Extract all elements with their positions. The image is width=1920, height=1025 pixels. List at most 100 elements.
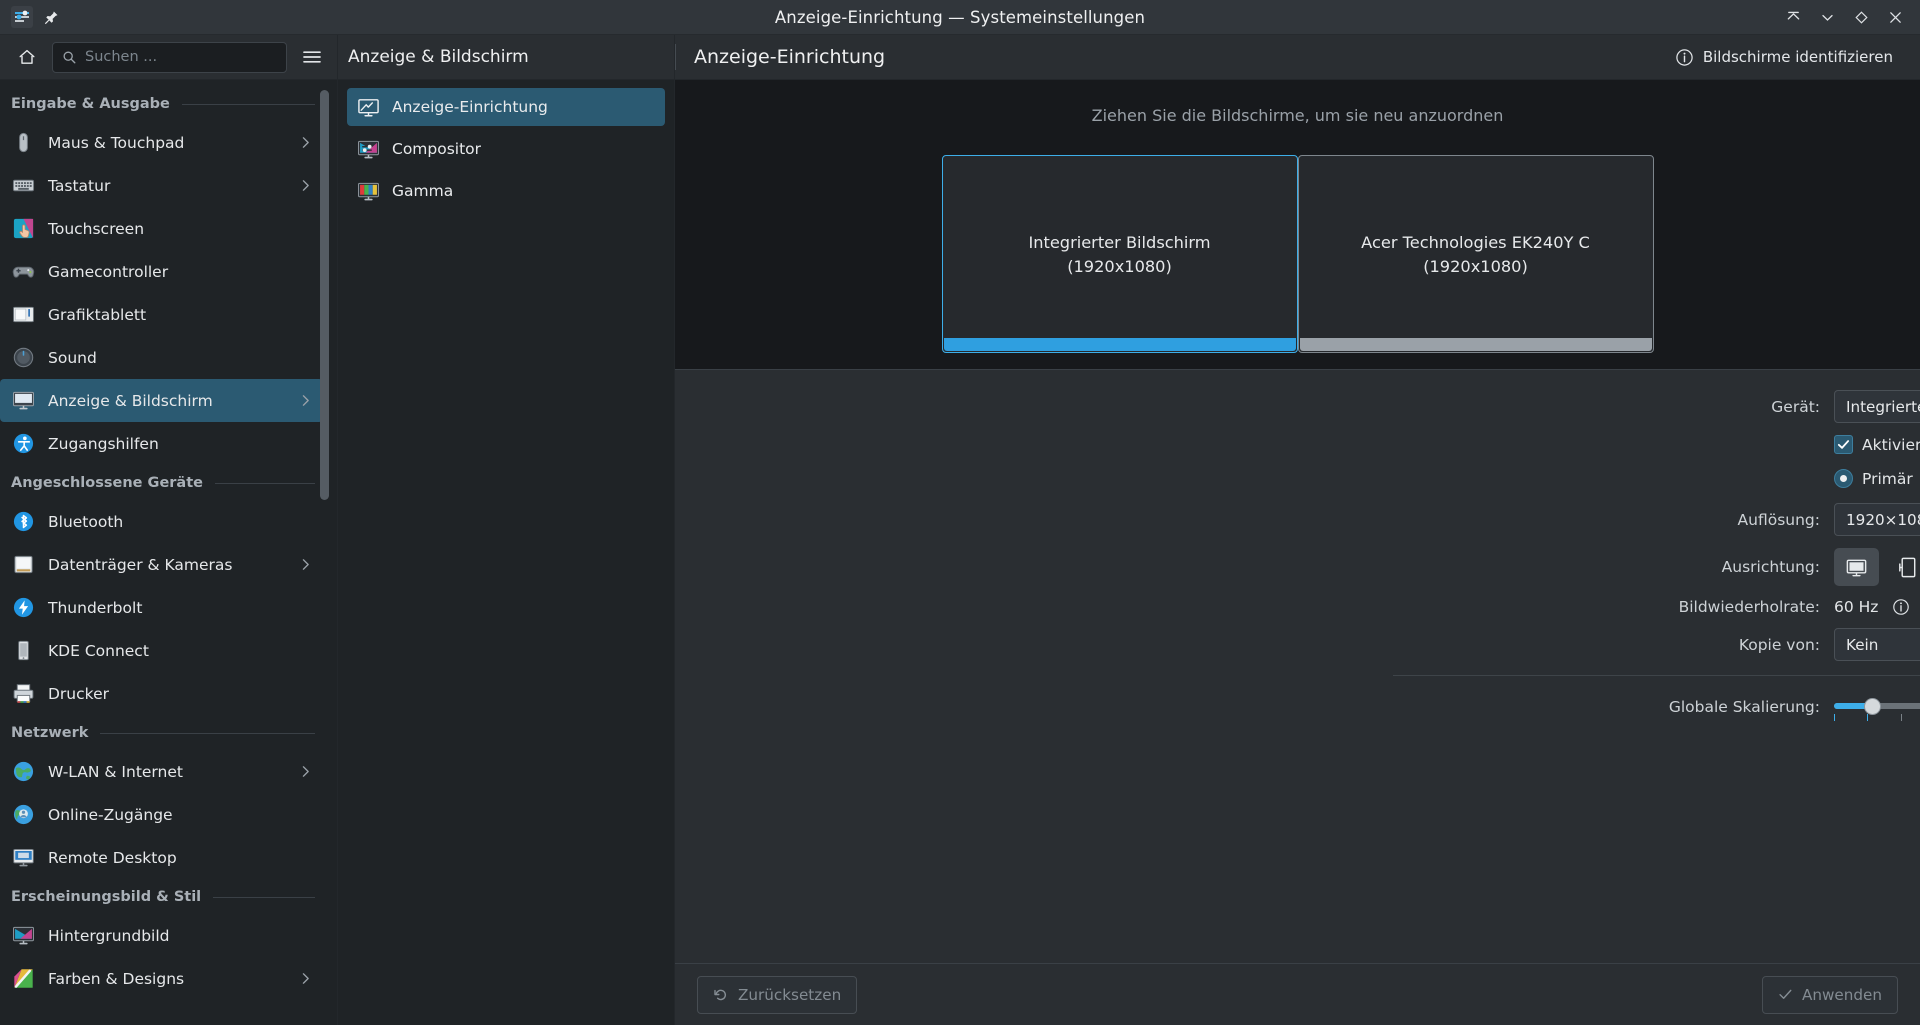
minimize-icon[interactable] [1810,2,1844,32]
sidebar-item-gamecontroller[interactable]: Gamecontroller [0,250,323,293]
page-title: Anzeige-Einrichtung [694,46,886,68]
gamma-icon [357,180,380,203]
orientation-portrait-icon[interactable] [1885,548,1920,586]
sidebar-item-zugangshilfen[interactable]: Zugangshilfen [0,422,323,465]
search-box[interactable] [52,41,287,73]
display-settings-form: Gerät: Integrierter Bildschirm [675,370,1920,963]
wallpaper-icon [11,924,35,948]
printer-icon [11,682,35,706]
check-icon [1778,987,1793,1002]
sidebar-item-datentr-ger-kameras[interactable]: Datenträger & Kameras [0,543,323,586]
sidebar-group-header: Erscheinungsbild & Stil [0,879,337,914]
module-item-gamma[interactable]: Gamma [347,172,665,210]
divider [213,896,315,898]
sidebar-item-w-lan-internet[interactable]: W-LAN & Internet [0,750,323,793]
resolution-select[interactable]: 1920×1080 (16:9) [1834,503,1920,536]
chevron-right-icon [298,971,313,986]
undo-icon [713,987,729,1003]
system-settings-window: Anzeige-Einrichtung — Systemeinstellunge… [0,0,1920,1025]
titlebar-left-controls [0,6,61,28]
sidebar-item-label: W-LAN & Internet [48,762,183,781]
screen-arrangement-area[interactable]: Ziehen Sie die Bildschirme, um sie neu a… [675,80,1920,370]
sidebar-group-label: Eingabe & Ausgabe [11,96,170,112]
screen-preview[interactable]: Acer Technologies EK240Y C (1920x1080) [1297,155,1654,353]
resolution-row: Auflösung: 1920×1080 (16:9) [675,503,1920,536]
screen-preview[interactable]: Integrierter Bildschirm (1920x1080) [941,155,1298,353]
screen-base [1299,338,1652,351]
sidebar-item-drucker[interactable]: Drucker [0,672,323,715]
sidebar-item-remote-desktop[interactable]: Remote Desktop [0,836,323,879]
identify-screens-button[interactable]: Bildschirme identifizieren [1666,43,1902,72]
reset-button-label: Zurücksetzen [738,985,842,1004]
pin-icon[interactable] [41,7,61,27]
device-select[interactable]: Integrierter Bildschirm [1834,390,1920,423]
module-item-anzeige-einrichtung[interactable]: Anzeige-Einrichtung [347,88,665,126]
chevron-right-icon [298,178,313,193]
apply-button[interactable]: Anwenden [1761,975,1898,1014]
keep-above-icon[interactable] [1776,2,1810,32]
form-divider [1393,675,1920,676]
sidebar-group-label: Netzwerk [11,725,89,741]
sidebar-item-label: Bluetooth [48,512,124,531]
sidebar-item-farben-designs[interactable]: Farben & Designs [0,957,323,1000]
info-icon [1675,48,1694,67]
sidebar-item-maus-touchpad[interactable]: Maus & Touchpad [0,121,323,164]
primary-radio[interactable] [1834,469,1853,488]
copy-from-label: Kopie von: [1738,635,1820,654]
sidebar-item-thunderbolt[interactable]: Thunderbolt [0,586,323,629]
resolution-label: Auflösung: [1737,510,1820,529]
sidebar-item-bluetooth[interactable]: Bluetooth [0,500,323,543]
slider-handle[interactable] [1864,697,1881,715]
chevron-right-icon [298,135,313,150]
sidebar-item-hintergrundbild[interactable]: Hintergrundbild [0,914,323,957]
module-list-column: Anzeige & Bildschirm Anzeige-Einrichtung… [338,35,675,1025]
sidebar-item-kde-connect[interactable]: KDE Connect [0,629,323,672]
primary-label: Primär [1862,469,1913,488]
window-title: Anzeige-Einrichtung — Systemeinstellunge… [774,7,1146,27]
window-titlebar: Anzeige-Einrichtung — Systemeinstellunge… [0,0,1920,35]
sidebar-item-label: Datenträger & Kameras [48,555,233,574]
window-controls [1776,2,1920,32]
global-scaling-slider[interactable] [1834,692,1920,722]
enabled-checkbox-row[interactable]: Aktiviert [1834,435,1920,454]
divider [214,482,315,484]
sidebar-group-header: Angeschlossene Geräte [0,465,337,500]
header-divider [675,44,676,70]
primary-radio-row[interactable]: Primär [1834,469,1920,488]
sidebar-item-grafiktablett[interactable]: Grafiktablett [0,293,323,336]
orientation-landscape-icon[interactable] [1834,548,1879,586]
enabled-row: Aktiviert [675,435,1920,457]
enabled-checkbox[interactable] [1834,435,1853,454]
main-panel: Anzeige-Einrichtung Bildschirme identifi… [675,35,1920,1025]
sidebar-item-label: Zugangshilfen [48,434,159,453]
module-list-title: Anzeige & Bildschirm [348,47,529,67]
sidebar-item-anzeige-bildschirm[interactable]: Anzeige & Bildschirm [0,379,323,422]
search-input[interactable] [85,49,277,65]
sidebar-scrollbar[interactable] [320,90,329,1019]
primary-row: Primär [675,469,1920,491]
reset-button[interactable]: Zurücksetzen [697,975,858,1014]
refresh-rate-value: 60 Hz [1834,598,1879,616]
hamburger-icon[interactable] [297,42,327,72]
sidebar-item-online-zug-nge[interactable]: Online-Zugänge [0,793,323,836]
info-icon[interactable] [1892,598,1910,616]
home-icon[interactable] [12,42,42,72]
chevron-right-icon [298,393,313,408]
sidebar-item-touchscreen[interactable]: Touchscreen [0,207,323,250]
sidebar-item-label: Drucker [48,684,109,703]
module-list: Anzeige-Einrichtung Compositor Gamma [338,80,674,214]
sidebar-item-sound[interactable]: Sound [0,336,323,379]
global-scaling-row: Globale Skalierung: [675,688,1920,725]
orientation-group [1834,548,1920,586]
enabled-label: Aktiviert [1862,435,1920,454]
sidebar-item-tastatur[interactable]: Tastatur [0,164,323,207]
copy-from-select[interactable]: Kein [1834,628,1920,661]
accessibility-icon [11,432,35,456]
bluetooth-icon [11,510,35,534]
remote-desktop-icon [11,846,35,870]
module-item-compositor[interactable]: Compositor [347,130,665,168]
sidebar-scrollbar-thumb[interactable] [320,90,329,500]
sidebar-item-label: Online-Zugänge [48,805,173,824]
maximize-icon[interactable] [1844,2,1878,32]
close-icon[interactable] [1878,2,1912,32]
